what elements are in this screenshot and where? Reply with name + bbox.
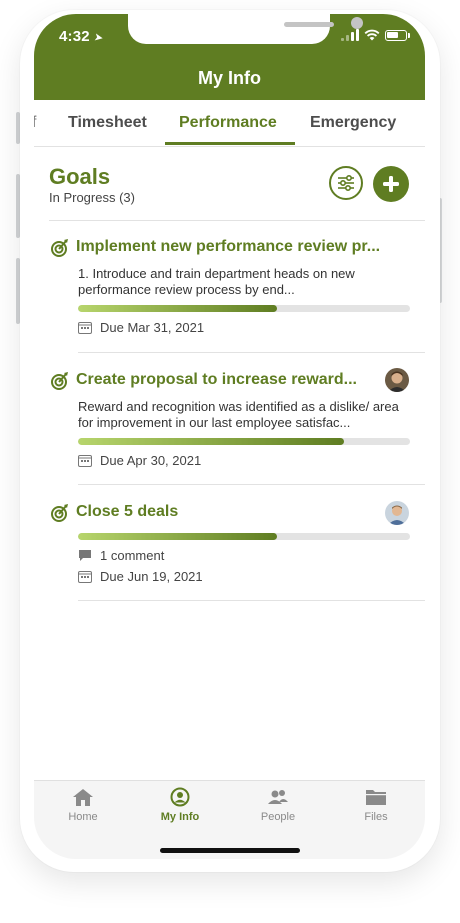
- goal-due: Due Jun 19, 2021: [78, 569, 203, 584]
- folder-icon: [366, 790, 386, 805]
- status-time: 4:32 ➤: [59, 28, 105, 45]
- sliders-icon: [338, 175, 354, 191]
- nav-people-label: People: [260, 811, 296, 823]
- tab-bar: f Timesheet Performance Emergency: [34, 100, 425, 147]
- page-title: My Info: [198, 68, 261, 88]
- device-notch: [128, 14, 363, 44]
- people-icon: [268, 790, 288, 804]
- goal-title[interactable]: Close 5 deals: [76, 503, 374, 521]
- goal-progress-fill: [78, 305, 278, 312]
- nav-my-info-label: My Info: [160, 811, 200, 823]
- goal-due: Due Apr 30, 2021: [78, 453, 201, 468]
- goal-due-date: Due Jun 19, 2021: [100, 569, 203, 584]
- nav-files[interactable]: Files: [336, 787, 416, 823]
- tab-timesheet[interactable]: Timesheet: [68, 114, 147, 132]
- nav-files-label: Files: [364, 811, 388, 823]
- target-icon: [51, 239, 68, 257]
- goal-due: Due Mar 31, 2021: [78, 320, 204, 335]
- tab-overflow-left[interactable]: f: [34, 114, 36, 132]
- tab-performance[interactable]: Performance: [179, 114, 277, 132]
- goal-divider: [78, 600, 425, 601]
- comment-icon: [79, 550, 91, 561]
- goal-progress-bar: [78, 305, 410, 312]
- battery-icon: [385, 29, 410, 41]
- goal-progress-fill: [78, 533, 278, 540]
- avatar-image: [385, 368, 409, 392]
- front-camera: [351, 17, 363, 29]
- phone-screen: 4:32 ➤ My Info f Timesheet Performance Em…: [34, 14, 425, 859]
- goal-comments[interactable]: 1 comment: [78, 548, 164, 563]
- goal-description: Reward and recognition was identified as…: [78, 399, 399, 430]
- status-icons: [341, 28, 410, 42]
- calendar-icon: [78, 571, 92, 583]
- goal-due-date: Due Mar 31, 2021: [100, 320, 205, 335]
- goal-title[interactable]: Implement new performance review pr...: [76, 238, 406, 256]
- goal-progress-bar: [78, 438, 410, 445]
- speaker-grille: [284, 22, 334, 27]
- avatar-image: [385, 501, 409, 525]
- home-icon: [73, 789, 93, 806]
- calendar-icon: [78, 322, 92, 334]
- plus-icon: [383, 176, 399, 192]
- wifi-icon: [364, 29, 380, 41]
- goal-title[interactable]: Create proposal to increase reward...: [76, 371, 374, 389]
- nav-my-info[interactable]: My Info: [140, 787, 220, 823]
- avatar[interactable]: [385, 501, 409, 525]
- goal-divider: [78, 352, 425, 353]
- filter-button[interactable]: [329, 166, 363, 200]
- target-icon: [51, 372, 68, 390]
- goal-progress-fill: [78, 438, 344, 445]
- signal-icon: [341, 29, 359, 41]
- location-arrow-icon: ➤: [92, 31, 105, 45]
- target-icon: [51, 504, 68, 522]
- goal-comment-count: 1 comment: [100, 548, 165, 563]
- avatar[interactable]: [385, 368, 409, 392]
- goals-status: In Progress (3): [49, 190, 135, 205]
- goal-divider: [78, 484, 425, 485]
- active-tab-indicator: [165, 142, 295, 145]
- header-divider: [49, 220, 425, 221]
- add-goal-button[interactable]: [373, 166, 409, 202]
- nav-home-label: Home: [68, 811, 98, 823]
- home-indicator: [160, 848, 300, 853]
- nav-home[interactable]: Home: [43, 787, 123, 823]
- calendar-icon: [78, 455, 92, 467]
- nav-people[interactable]: People: [238, 787, 318, 823]
- tab-emergency[interactable]: Emergency: [310, 114, 396, 132]
- goals-heading: Goals: [49, 164, 111, 189]
- goal-due-date: Due Apr 30, 2021: [100, 453, 202, 468]
- goal-progress-bar: [78, 533, 410, 540]
- goal-description: 1. Introduce and train department heads …: [78, 266, 355, 297]
- person-circle-icon: [170, 787, 190, 807]
- app-header: 4:32 ➤ My Info: [34, 14, 425, 100]
